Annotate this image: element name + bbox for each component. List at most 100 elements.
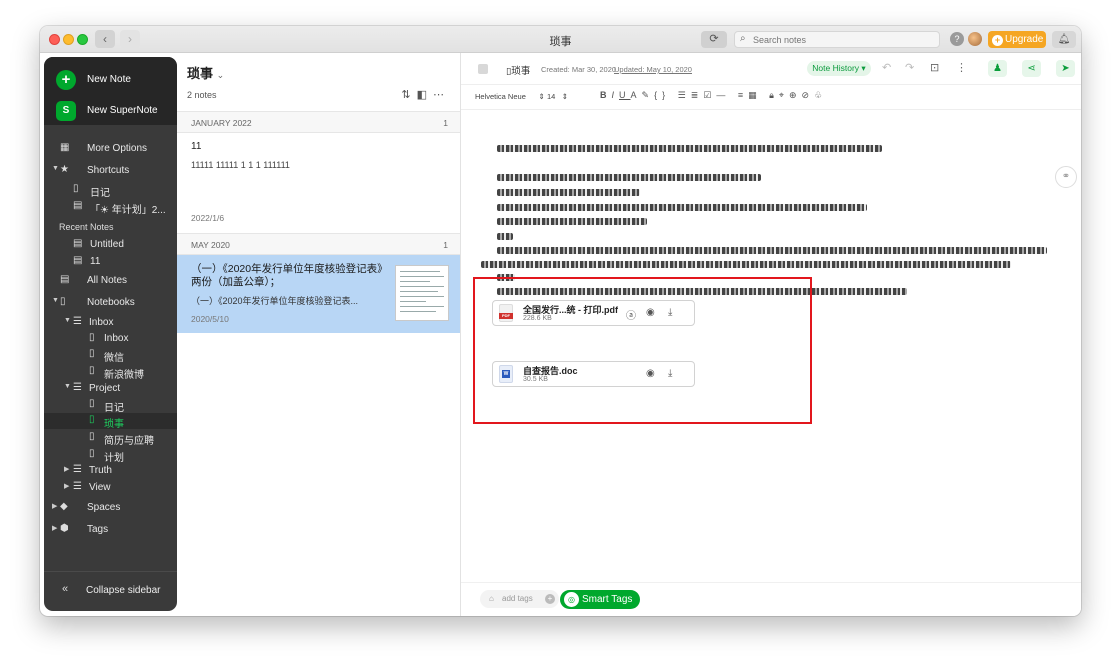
- highlight-icon[interactable]: ✎: [642, 90, 655, 100]
- more-icon[interactable]: ⋯: [433, 89, 450, 101]
- underline-icon[interactable]: U: [619, 90, 631, 100]
- sidebar-notebook-item[interactable]: ▯ 计划: [44, 447, 177, 464]
- sidebar-notebook-item-selected[interactable]: ▯ 琐事: [44, 413, 177, 430]
- more-vertical-icon[interactable]: ⋮: [956, 61, 967, 74]
- caret-right-icon: ▶: [52, 525, 58, 532]
- sidebar-stack-view[interactable]: ▶ ☰ View: [44, 480, 177, 496]
- attachment-pdf[interactable]: PDF 全国发行...统 - 打印.pdf 228.6 KB ⓐ ◉ ⤓: [492, 300, 695, 326]
- sidebar-notebook-item[interactable]: ▯ Inbox: [44, 331, 177, 347]
- tag-icon: ⌂: [489, 594, 494, 603]
- smart-tags-button[interactable]: ◎ Smart Tags: [560, 590, 640, 609]
- search-input[interactable]: [753, 33, 933, 46]
- sidebar-item-more-options[interactable]: ▦ More Options: [44, 141, 177, 157]
- sidebar-notebook-item[interactable]: ▯ 日记: [44, 397, 177, 414]
- notebook-icon: ▯: [73, 183, 79, 194]
- align-icon[interactable]: ≡: [738, 90, 748, 100]
- link-icon[interactable]: ⚭: [1055, 166, 1077, 188]
- sidebar-notebook-item[interactable]: ▯ 微信: [44, 347, 177, 364]
- sort-icon[interactable]: ⇅: [401, 89, 416, 101]
- bold-icon[interactable]: B: [600, 90, 612, 100]
- pin-icon[interactable]: ⌖: [779, 90, 789, 100]
- plus-circle-icon[interactable]: ⊕: [789, 90, 802, 100]
- redacted-text-line: [497, 204, 867, 211]
- attachment-doc[interactable]: W 自查报告.doc 30.5 KB ◉ ⤓: [492, 361, 695, 387]
- notebook-icon: ▯: [89, 448, 95, 459]
- lock-icon[interactable]: 🔒︎: [769, 90, 779, 100]
- note-history-button[interactable]: Note History ▾: [807, 61, 871, 76]
- font-size-select[interactable]: 14 ⇕: [547, 92, 568, 101]
- download-icon[interactable]: ⤓: [668, 368, 672, 379]
- avatar[interactable]: [968, 32, 982, 46]
- numbered-list-icon[interactable]: ≣: [691, 90, 704, 100]
- caret-right-icon: ▶: [64, 483, 70, 490]
- plus-icon: +: [56, 70, 76, 90]
- eye-icon[interactable]: ◉: [646, 368, 655, 379]
- sidebar-shortcut-item[interactable]: ▯ 日记: [44, 182, 177, 199]
- notifications-button[interactable]: 🔔︎: [1052, 31, 1076, 48]
- editor-footer: ⌂ add tags + ◎ Smart Tags: [461, 582, 1081, 616]
- note-icon: ▤: [73, 238, 83, 249]
- note-card[interactable]: 11 11111 11111 1 1 1 111111 2022/1/6: [177, 133, 460, 232]
- share-user-button[interactable]: ♟: [988, 60, 1007, 77]
- notebook-title-dropdown[interactable]: 琐事 ⌄: [187, 63, 224, 82]
- chevron-down-icon: ⌄: [216, 70, 225, 80]
- updated-date[interactable]: Updated: May 10, 2020: [614, 65, 692, 74]
- view-options-icon[interactable]: ◧: [417, 89, 433, 101]
- eye-icon[interactable]: ◉: [646, 307, 655, 318]
- search-box[interactable]: ⌕: [734, 31, 940, 48]
- note-card-selected[interactable]: （一）《2020年发行单位年度核验登记表》两份（加盖公章）； （一）《2020年…: [177, 255, 460, 333]
- format-tools: BIUA✎{} ☰≣☑— ≡▦ 🔒︎⌖⊕⊘♧: [600, 90, 827, 101]
- bullet-list-icon[interactable]: ☰: [678, 90, 691, 100]
- sidebar-stack-inbox[interactable]: ▼ ☰ Inbox: [44, 315, 177, 331]
- sidebar-item-all-notes[interactable]: ▤ All Notes: [44, 273, 177, 289]
- audio-icon[interactable]: ♧: [814, 90, 827, 100]
- sidebar-stack-project[interactable]: ▼ ☰ Project: [44, 381, 177, 397]
- new-supernote-button[interactable]: S New SuperNote: [56, 101, 176, 121]
- checklist-icon[interactable]: ☑: [703, 90, 716, 100]
- note-count: 2 notes: [187, 90, 217, 100]
- share-button[interactable]: ⋖: [1022, 60, 1041, 77]
- present-icon[interactable]: ⊡: [930, 61, 939, 74]
- stack-icon: ☰: [73, 316, 82, 327]
- caret-right-icon: ▶: [52, 503, 58, 510]
- note-title: 11: [191, 141, 202, 152]
- table-icon[interactable]: ▦: [748, 90, 762, 100]
- sidebar-item-shortcuts[interactable]: ▼ ★ Shortcuts: [44, 163, 177, 179]
- sidebar-item-notebooks[interactable]: ▼ ▯ Notebooks: [44, 295, 177, 311]
- notebook-icon: ▯: [89, 348, 95, 359]
- help-icon[interactable]: ?: [950, 32, 964, 46]
- sidebar-recent-item[interactable]: ▤ Untitled: [44, 237, 177, 253]
- add-tags-input[interactable]: ⌂ add tags +: [480, 590, 559, 608]
- font-family-select[interactable]: Helvetica Neue ⇕: [475, 92, 545, 101]
- redo-icon[interactable]: ↷: [905, 61, 914, 74]
- note-date: 2022/1/6: [191, 213, 225, 223]
- code-icon[interactable]: {}: [654, 90, 670, 100]
- undo-icon[interactable]: ↶: [882, 61, 891, 74]
- sidebar-item-tags[interactable]: ▶ ⬢ Tags: [44, 522, 177, 538]
- user-icon: ♟: [993, 63, 1002, 74]
- send-button[interactable]: ➤: [1056, 60, 1075, 77]
- note-thumbnail: [395, 265, 449, 321]
- attach-icon[interactable]: ⊘: [802, 90, 815, 100]
- collapse-sidebar-button[interactable]: « Collapse sidebar: [44, 571, 177, 611]
- grid-icon: ▦: [60, 142, 70, 153]
- stack-icon: ☰: [73, 464, 82, 475]
- month-separator: MAY 2020 1: [177, 233, 460, 255]
- expand-icon[interactable]: [478, 64, 488, 74]
- sidebar-recent-item[interactable]: ▤ 11: [44, 254, 177, 270]
- download-icon[interactable]: ⤓: [668, 307, 672, 318]
- sidebar-item-spaces[interactable]: ▶ ◆ Spaces: [44, 500, 177, 516]
- text-color-icon[interactable]: A: [631, 90, 642, 100]
- sidebar-notebook-item[interactable]: ▯ 简历与应聘: [44, 430, 177, 447]
- smart-tag-icon: ◎: [564, 592, 579, 607]
- notebook-selector[interactable]: ▯琐事: [506, 63, 530, 77]
- italic-icon[interactable]: I: [612, 90, 620, 100]
- new-note-button[interactable]: + New Note: [56, 70, 176, 90]
- sidebar-notebook-item[interactable]: ▯ 新浪微博: [44, 364, 177, 381]
- sidebar-stack-truth[interactable]: ▶ ☰ Truth: [44, 463, 177, 479]
- annotate-icon[interactable]: ⓐ: [626, 307, 636, 322]
- sync-button[interactable]: ⟳: [701, 31, 727, 48]
- divider-icon[interactable]: —: [716, 90, 730, 100]
- upgrade-button[interactable]: + Upgrade: [988, 31, 1046, 48]
- sidebar-shortcut-item[interactable]: ▤ 「☀ 年计划」2...: [44, 199, 177, 216]
